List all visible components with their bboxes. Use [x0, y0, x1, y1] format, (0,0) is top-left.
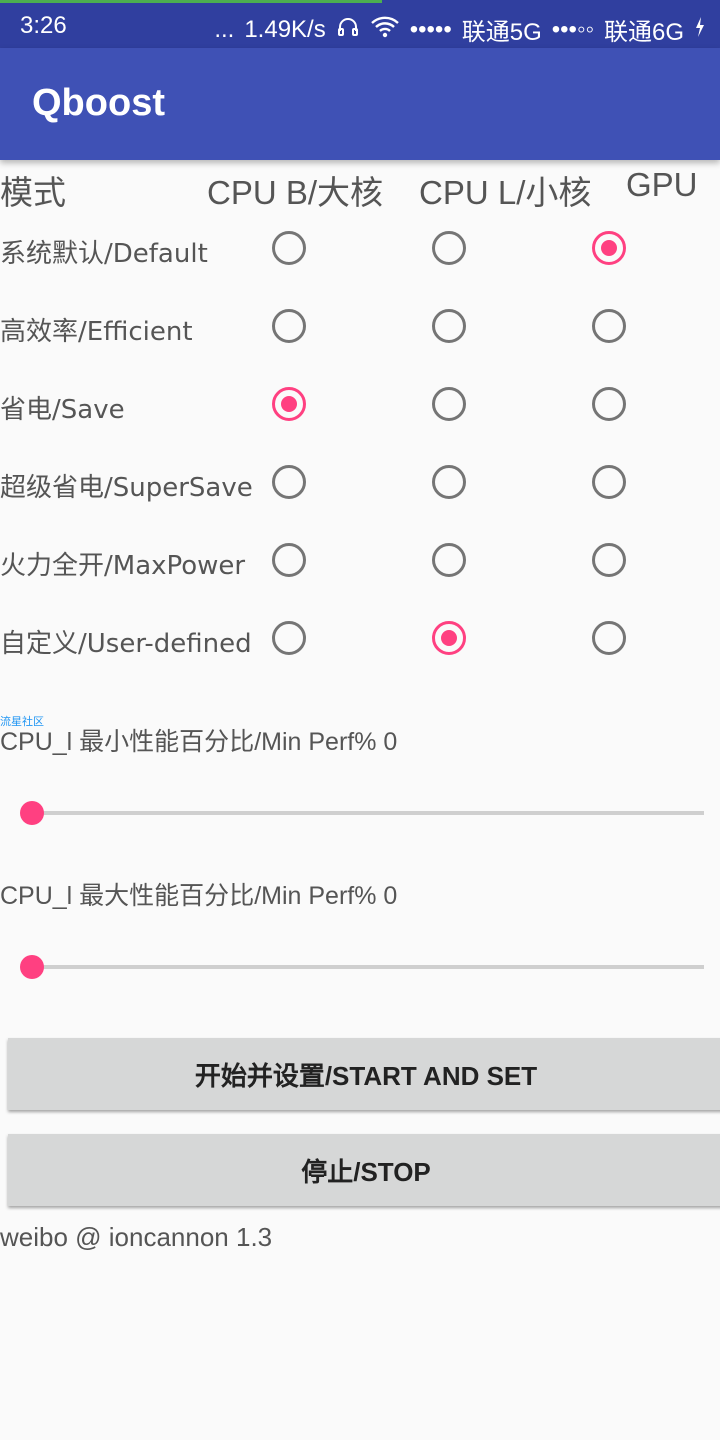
radio-supersave-gpu[interactable] — [592, 465, 626, 499]
signal-strength-1: ••••• — [409, 15, 452, 43]
carrier-1: 联通5G — [461, 19, 542, 46]
download-progress-bar — [0, 0, 382, 3]
mode-label: 超级省电/SuperSave — [0, 473, 253, 503]
radio-default-cpu-big[interactable] — [272, 231, 306, 265]
min-perf-label: CPU_l 最小性能百分比/Min Perf% 0 — [0, 728, 398, 756]
max-perf-slider[interactable] — [20, 955, 704, 979]
radio-maxpower-cpu-big[interactable] — [272, 543, 306, 577]
min-perf-slider-thumb[interactable] — [20, 801, 44, 825]
charging-icon — [694, 15, 706, 44]
status-bar: 3:26 ... 1.49K/s ••••• 联通5G •••◦◦ 联通6G — [0, 0, 720, 48]
min-perf-slider[interactable] — [20, 801, 704, 825]
max-perf-slider-thumb[interactable] — [20, 955, 44, 979]
footer-credit: weibo @ ioncannon 1.3 — [0, 1222, 273, 1252]
carrier-2: 联通6G — [603, 19, 684, 46]
mode-label: 系统默认/Default — [0, 239, 208, 269]
app-title: Qboost — [32, 82, 165, 124]
radio-maxpower-cpu-little[interactable] — [432, 543, 466, 577]
header-cpu-big: CPU B/大核 — [207, 174, 384, 211]
max-perf-label: CPU_l 最大性能百分比/Min Perf% 0 — [0, 882, 398, 910]
signal-strength-2: •••◦◦ — [551, 15, 594, 43]
header-mode: 模式 — [0, 174, 66, 211]
radio-user-defined-cpu-big[interactable] — [272, 621, 306, 655]
status-time: 3:26 — [20, 12, 67, 39]
radio-save-cpu-big[interactable] — [272, 387, 306, 421]
radio-efficient-cpu-little[interactable] — [432, 309, 466, 343]
radio-save-gpu[interactable] — [592, 387, 626, 421]
radio-efficient-gpu[interactable] — [592, 309, 626, 343]
radio-user-defined-gpu[interactable] — [592, 621, 626, 655]
radio-supersave-cpu-big[interactable] — [272, 465, 306, 499]
radio-supersave-cpu-little[interactable] — [432, 465, 466, 499]
mode-label: 高效率/Efficient — [0, 317, 193, 347]
status-icons: ... 1.49K/s ••••• 联通5G •••◦◦ 联通6G — [214, 12, 706, 47]
header-gpu: GPU — [626, 166, 698, 203]
more-notifications-icon: ... — [214, 15, 235, 43]
radio-efficient-cpu-big[interactable] — [272, 309, 306, 343]
mode-label: 自定义/User-defined — [0, 629, 252, 659]
headset-icon — [336, 15, 360, 44]
network-speed: 1.49K/s — [244, 15, 326, 43]
radio-default-cpu-little[interactable] — [432, 231, 466, 265]
mode-label: 火力全开/MaxPower — [0, 551, 246, 581]
wifi-icon — [370, 15, 400, 44]
radio-default-gpu[interactable] — [592, 231, 626, 265]
radio-save-cpu-little[interactable] — [432, 387, 466, 421]
app-bar: Qboost — [0, 48, 720, 160]
header-cpu-little: CPU L/小核 — [419, 174, 592, 211]
start-and-set-button[interactable]: 开始并设置/START AND SET — [8, 1038, 720, 1110]
radio-user-defined-cpu-little[interactable] — [432, 621, 466, 655]
mode-label: 省电/Save — [0, 395, 125, 425]
radio-maxpower-gpu[interactable] — [592, 543, 626, 577]
stop-button[interactable]: 停止/STOP — [8, 1134, 720, 1206]
